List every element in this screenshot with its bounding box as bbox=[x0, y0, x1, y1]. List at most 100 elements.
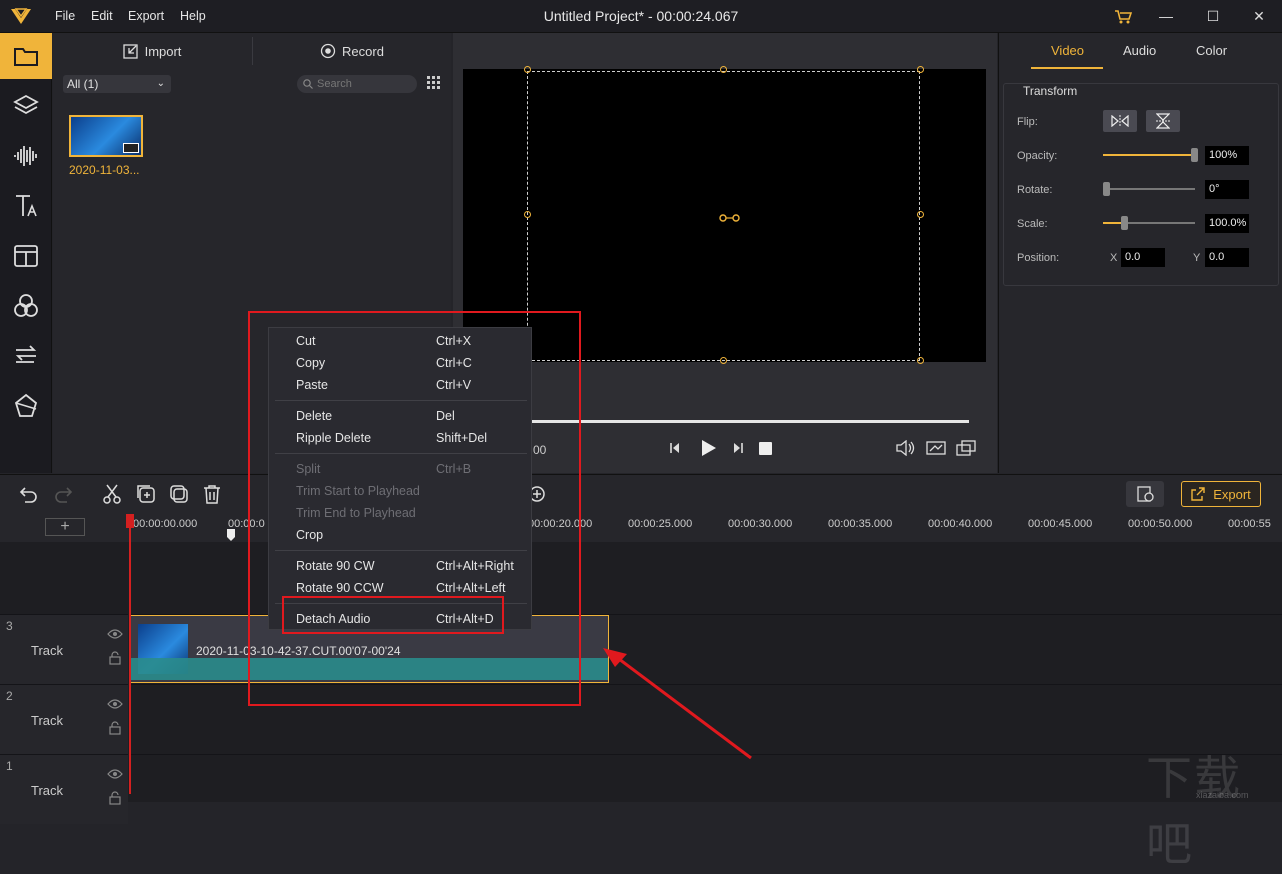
ruler-tick: 00:00:50.000 bbox=[1128, 518, 1193, 530]
media-thumbnail[interactable] bbox=[69, 115, 143, 157]
position-x-label: X bbox=[1110, 252, 1118, 264]
import-label: Import bbox=[144, 43, 182, 59]
filter-value: All (1) bbox=[67, 77, 99, 91]
title-bar: File Edit Export Help Untitled Project* … bbox=[0, 0, 1282, 33]
import-icon bbox=[122, 44, 138, 59]
rotate-input[interactable]: 0° bbox=[1205, 180, 1249, 199]
resize-handle[interactable] bbox=[524, 211, 531, 218]
elements-icon[interactable] bbox=[0, 383, 52, 429]
playhead-handle[interactable] bbox=[126, 514, 134, 528]
watermark-url: xiazaiba.com bbox=[1196, 790, 1249, 800]
filters-icon[interactable] bbox=[0, 283, 52, 329]
track-number: 2 bbox=[6, 689, 13, 703]
export-label: Export bbox=[1213, 486, 1251, 502]
maximize-icon[interactable]: ☐ bbox=[1202, 6, 1224, 26]
redo-icon[interactable] bbox=[52, 483, 74, 505]
annotation-box bbox=[248, 311, 581, 706]
rotate-handle-icon[interactable] bbox=[719, 211, 741, 222]
record-icon bbox=[320, 43, 336, 59]
add-clip-icon[interactable] bbox=[135, 483, 157, 505]
fullscreen-icon[interactable] bbox=[956, 440, 976, 456]
resize-handle[interactable] bbox=[917, 211, 924, 218]
undo-icon[interactable] bbox=[18, 483, 40, 505]
next-frame-icon[interactable] bbox=[730, 441, 744, 455]
snapshot-icon[interactable] bbox=[926, 440, 946, 456]
cart-icon[interactable] bbox=[1114, 9, 1132, 25]
slider-knob[interactable] bbox=[1121, 216, 1129, 230]
position-label: Position: bbox=[1017, 252, 1060, 264]
search-input[interactable]: Search bbox=[297, 75, 417, 93]
close-icon[interactable]: ✕ bbox=[1248, 6, 1270, 26]
position-y-input[interactable]: 0.0 bbox=[1205, 248, 1249, 267]
slider-knob[interactable] bbox=[1103, 182, 1110, 196]
ruler-tick: 00:00:45.000 bbox=[1028, 518, 1093, 530]
audio-wave-icon[interactable] bbox=[0, 133, 52, 179]
minimize-icon[interactable]: — bbox=[1155, 6, 1177, 26]
delete-icon[interactable] bbox=[201, 483, 223, 505]
slider-knob[interactable] bbox=[1191, 148, 1198, 162]
opacity-input[interactable]: 100% bbox=[1205, 146, 1249, 165]
eye-icon[interactable] bbox=[107, 629, 123, 639]
ruler-tick: 00:00:40.000 bbox=[928, 518, 993, 530]
scale-input[interactable]: 100.0% bbox=[1205, 214, 1249, 233]
section-title: Transform bbox=[1023, 84, 1078, 98]
settings-icon bbox=[1137, 486, 1154, 502]
render-settings-button[interactable] bbox=[1126, 481, 1164, 507]
media-filter-dropdown[interactable]: All (1) ⌄ bbox=[63, 75, 171, 93]
preview-progress-bar[interactable] bbox=[525, 420, 969, 423]
window-title: Untitled Project* - 00:00:24.067 bbox=[543, 8, 739, 24]
media-folder-icon[interactable] bbox=[0, 33, 52, 79]
resize-handle[interactable] bbox=[524, 66, 531, 73]
stop-icon[interactable] bbox=[759, 442, 772, 455]
annotation-box-detach-audio bbox=[282, 596, 504, 634]
opacity-slider[interactable] bbox=[1103, 148, 1198, 162]
layers-icon[interactable] bbox=[0, 83, 52, 129]
transitions-icon[interactable] bbox=[0, 333, 52, 379]
play-icon[interactable] bbox=[698, 438, 718, 458]
active-tab-indicator bbox=[1031, 67, 1103, 69]
export-button[interactable]: Export bbox=[1181, 481, 1261, 507]
marker-icon[interactable] bbox=[226, 528, 236, 542]
template-icon[interactable] bbox=[0, 233, 52, 279]
resize-handle[interactable] bbox=[720, 357, 727, 364]
flip-vertical-button[interactable] bbox=[1146, 110, 1180, 132]
import-button[interactable]: Import bbox=[53, 33, 251, 69]
position-x-input[interactable]: 0.0 bbox=[1121, 248, 1165, 267]
eye-icon[interactable] bbox=[107, 699, 123, 709]
ruler-tick: 00:00:25.000 bbox=[628, 518, 693, 530]
eye-icon[interactable] bbox=[107, 769, 123, 779]
export-icon bbox=[1191, 487, 1205, 501]
scale-label: Scale: bbox=[1017, 218, 1048, 230]
left-toolbar bbox=[0, 33, 52, 473]
add-track-button[interactable]: + bbox=[45, 518, 85, 536]
tab-audio[interactable]: Audio bbox=[1123, 43, 1156, 58]
lock-icon[interactable] bbox=[109, 721, 121, 735]
duplicate-icon[interactable] bbox=[168, 483, 190, 505]
opacity-label: Opacity: bbox=[1017, 150, 1058, 162]
timeline-toolbar: Export bbox=[0, 474, 1282, 512]
lock-icon[interactable] bbox=[109, 651, 121, 665]
lock-icon[interactable] bbox=[109, 791, 121, 805]
text-icon[interactable] bbox=[0, 183, 52, 229]
flip-horizontal-button[interactable] bbox=[1103, 110, 1137, 132]
tab-video[interactable]: Video bbox=[1051, 43, 1084, 58]
record-button[interactable]: Record bbox=[253, 33, 451, 69]
ruler-tick: 00:00:35.000 bbox=[828, 518, 893, 530]
playhead[interactable] bbox=[129, 514, 131, 794]
resize-handle[interactable] bbox=[917, 357, 924, 364]
resize-handle[interactable] bbox=[720, 66, 727, 73]
media-item-name: 2020-11-03... bbox=[69, 163, 140, 177]
grid-view-icon[interactable] bbox=[427, 76, 442, 91]
scale-slider[interactable] bbox=[1103, 216, 1195, 230]
rotate-slider[interactable] bbox=[1103, 182, 1195, 196]
chevron-down-icon: ⌄ bbox=[156, 78, 165, 89]
timeline-ruler[interactable]: + 00:00:00.000 00:00:0 00:00:20.000 00:0… bbox=[0, 512, 1282, 542]
track-header: 1 Track bbox=[0, 754, 128, 824]
resize-handle[interactable] bbox=[917, 66, 924, 73]
prev-frame-icon[interactable] bbox=[669, 441, 683, 455]
scissors-icon[interactable] bbox=[101, 483, 123, 505]
track-number: 3 bbox=[6, 619, 13, 633]
video-badge-icon bbox=[123, 143, 139, 153]
volume-icon[interactable] bbox=[895, 440, 915, 456]
tab-color[interactable]: Color bbox=[1196, 43, 1227, 58]
